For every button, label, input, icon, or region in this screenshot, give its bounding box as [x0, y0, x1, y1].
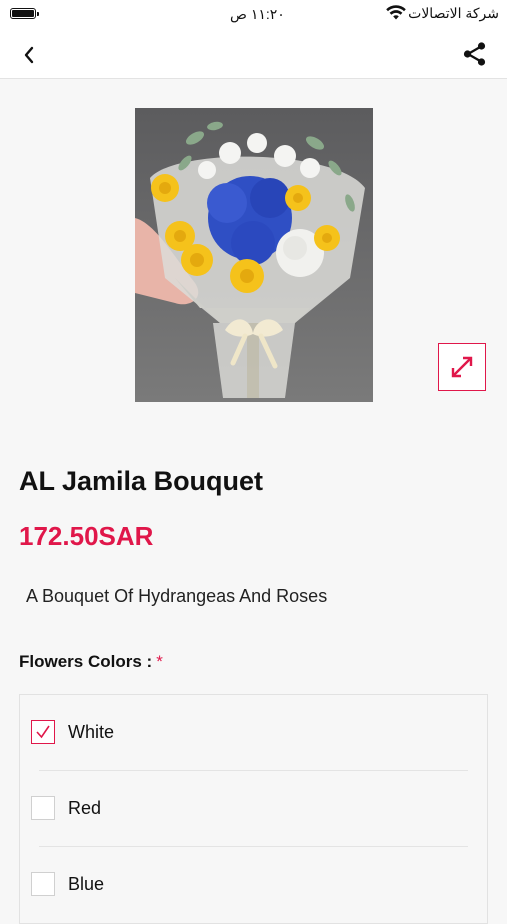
flower-colors-label: Flowers Colors : * — [19, 652, 163, 672]
color-option-white[interactable]: White — [20, 695, 487, 771]
bouquet-illustration — [135, 108, 373, 402]
product-price: 172.50SAR — [19, 521, 154, 551]
expand-image-button[interactable] — [438, 343, 486, 391]
share-button[interactable] — [459, 38, 491, 70]
product-name: AL Jamila Bouquet — [19, 466, 264, 496]
product-image[interactable] — [135, 108, 373, 402]
flower-colors-options: White Red Blue — [19, 694, 488, 924]
nav-bar — [0, 30, 507, 79]
flower-colors-label-text: Flowers Colors : — [19, 652, 153, 671]
wifi-icon — [386, 5, 406, 20]
product-description: A Bouquet Of Hydrangeas And Roses — [26, 586, 328, 606]
color-option-red[interactable]: Red — [20, 771, 487, 847]
checkbox[interactable] — [31, 796, 55, 820]
checkmark-icon — [36, 725, 50, 739]
expand-icon — [451, 356, 473, 378]
share-icon — [463, 42, 486, 66]
back-button[interactable] — [14, 40, 44, 70]
color-option-blue[interactable]: Blue — [20, 847, 487, 923]
color-option-label: Red — [68, 798, 102, 818]
checkbox[interactable] — [31, 720, 55, 744]
color-option-label: White — [68, 722, 115, 742]
color-option-label: Blue — [68, 874, 105, 894]
status-time: ١١:٢٠ ص — [230, 6, 285, 22]
checkbox[interactable] — [31, 872, 55, 896]
status-bar: ١١:٢٠ ص شركة الاتصالات — [0, 0, 507, 30]
carrier-name: شركة الاتصالات — [408, 5, 499, 21]
chevron-left-icon — [24, 46, 34, 64]
required-mark: * — [156, 652, 163, 671]
battery-icon — [10, 8, 39, 19]
